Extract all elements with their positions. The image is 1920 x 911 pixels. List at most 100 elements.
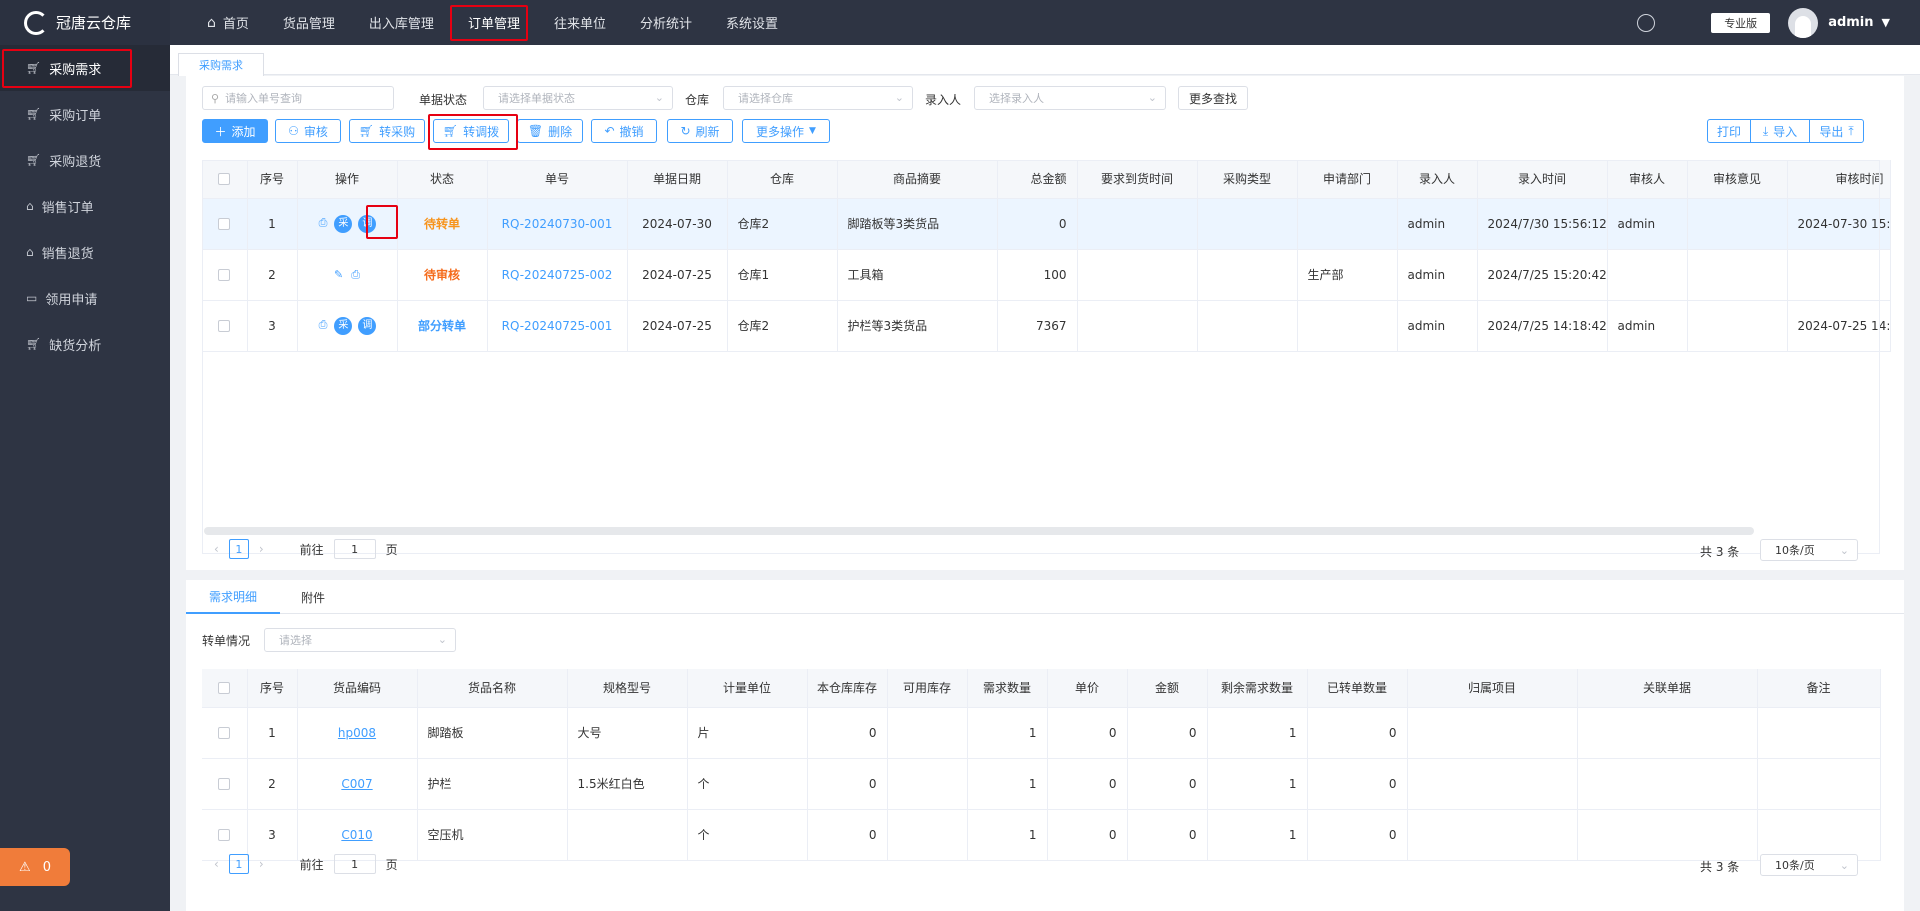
- cart-icon: 🛒︎: [442, 124, 459, 138]
- row-checkbox[interactable]: [218, 829, 231, 841]
- box-icon: ▭: [26, 291, 38, 305]
- delete-button[interactable]: 🗑︎ 删除: [517, 119, 583, 143]
- goto-input[interactable]: 1: [333, 539, 376, 559]
- sidebar-item-purchase-order[interactable]: 🛒︎ 采购订单: [0, 91, 170, 137]
- table-row[interactable]: 2 C007 护栏 1.5米红白色 个 0 1 0 0 1 0: [202, 758, 1881, 810]
- edit-icon[interactable]: ✎: [334, 268, 343, 281]
- sidebar-item-purchase-return[interactable]: 🛒︎ 采购退货: [0, 137, 170, 183]
- tab-purchase-demand[interactable]: 采购需求: [178, 53, 264, 76]
- nav-home[interactable]: ⌂ 首页: [190, 0, 266, 45]
- purchase-op-icon[interactable]: 采: [334, 316, 353, 335]
- cart-icon: 🛒︎: [26, 153, 42, 167]
- download-icon: ⤓: [1762, 123, 1769, 138]
- goods-code-link[interactable]: C007: [297, 758, 418, 810]
- chevron-down-icon[interactable]: ▼: [1882, 16, 1890, 29]
- status-filter-label: 单据状态: [419, 93, 468, 107]
- entry-select[interactable]: 选择录入人 ⌄: [974, 86, 1166, 110]
- row-checkbox[interactable]: [218, 218, 231, 230]
- row-checkbox[interactable]: [218, 727, 231, 739]
- nav-analytics[interactable]: 分析统计: [623, 0, 709, 45]
- search-input[interactable]: ⚲ 请输入单号查询: [202, 86, 394, 110]
- convert-status-label: 转单情况: [202, 634, 251, 648]
- add-button[interactable]: ＋添加: [202, 119, 268, 143]
- chevron-down-icon: ⌄: [1147, 91, 1157, 104]
- page-size-select[interactable]: 10条/页 ⌄: [1760, 539, 1858, 561]
- table-row[interactable]: 2 ✎ ⎙ 待审核 RQ-20240725-002 2024-07-25 仓库1 …: [202, 249, 1891, 301]
- table-row[interactable]: 1 ⎙ 采调 待转单 RQ-20240730-001 2024-07-30 仓库2…: [202, 198, 1891, 250]
- prev-page-icon[interactable]: ‹: [214, 542, 219, 556]
- order-link[interactable]: RQ-20240730-001: [487, 198, 628, 250]
- tab-attachments[interactable]: 附件: [280, 580, 346, 614]
- goods-code-link[interactable]: hp008: [297, 707, 418, 759]
- nav-partners[interactable]: 往来单位: [537, 0, 623, 45]
- prev-page-icon[interactable]: ‹: [214, 857, 219, 871]
- table-row[interactable]: 1 hp008 脚踏板 大号 片 0 1 0 0 1 0: [202, 707, 1881, 759]
- tab-demand-detail[interactable]: 需求明细: [186, 580, 280, 614]
- more-ops-button[interactable]: 更多操作 ▼: [742, 119, 830, 143]
- print-icon[interactable]: ⎙: [319, 318, 328, 331]
- bag-icon: ⌂: [26, 199, 34, 213]
- goto-input[interactable]: 1: [333, 854, 376, 874]
- print-icon[interactable]: ⎙: [351, 268, 360, 281]
- table-row[interactable]: 3 ⎙ 采调 部分转单 RQ-20240725-001 2024-07-25 仓库…: [202, 300, 1891, 352]
- print-button[interactable]: 打印: [1707, 119, 1751, 143]
- avatar[interactable]: [1788, 7, 1819, 38]
- purchase-op-icon[interactable]: 采: [334, 214, 353, 233]
- alarm-button[interactable]: ⚠ 0: [0, 848, 70, 886]
- horizontal-scrollbar[interactable]: [204, 527, 1754, 535]
- next-page-icon[interactable]: ›: [259, 857, 264, 871]
- print-icon[interactable]: ⎙: [319, 216, 328, 229]
- review-button[interactable]: ⚇ 审核: [275, 119, 341, 143]
- user-name[interactable]: admin: [1828, 15, 1873, 30]
- select-all-checkbox[interactable]: [218, 173, 231, 186]
- row-checkbox[interactable]: [218, 320, 231, 332]
- app-logo[interactable]: 冠唐云仓库: [0, 0, 170, 45]
- table-row[interactable]: 3 C010 空压机 个 0 1 0 0 1 0: [202, 809, 1881, 861]
- export-button[interactable]: 导出 ⤒: [1809, 119, 1864, 143]
- warehouse-select[interactable]: 请选择仓库 ⌄: [723, 86, 913, 110]
- order-link[interactable]: RQ-20240725-002: [487, 249, 628, 301]
- cancel-button[interactable]: ↶ 撤销: [591, 119, 657, 143]
- nav-inout[interactable]: 出入库管理: [352, 0, 451, 45]
- to-purchase-button[interactable]: 🛒︎ 转采购: [349, 119, 425, 143]
- row-checkbox[interactable]: [218, 778, 231, 790]
- alarm-icon: ⚠: [19, 859, 31, 875]
- order-link[interactable]: RQ-20240725-001: [487, 300, 628, 352]
- page-unit: 页: [385, 542, 398, 557]
- upper-panel: ⚲ 请输入单号查询 单据状态 请选择单据状态 ⌄ 仓库 请选择仓库 ⌄ 录入人 选择录…: [186, 76, 1904, 570]
- row-checkbox[interactable]: [218, 269, 231, 281]
- cart-icon: 🛒︎: [358, 124, 375, 138]
- status-select[interactable]: 请选择单据状态 ⌄: [483, 86, 673, 110]
- current-page[interactable]: 1: [228, 854, 249, 874]
- next-page-icon[interactable]: ›: [259, 542, 264, 556]
- convert-status-select[interactable]: 请选择 ⌄: [264, 628, 456, 652]
- select-all-checkbox[interactable]: [218, 682, 231, 695]
- to-transfer-button[interactable]: 🛒︎ 转调拨: [433, 119, 509, 143]
- page-size-select[interactable]: 10条/页 ⌄: [1760, 854, 1858, 876]
- detail-pager: ‹ 1 › 前往 1 页: [214, 854, 398, 874]
- app-name: 冠唐云仓库: [56, 14, 132, 32]
- nav-goods[interactable]: 货品管理: [266, 0, 352, 45]
- nav-orders[interactable]: 订单管理: [451, 0, 537, 45]
- user-icon: ⚇: [288, 124, 299, 138]
- sidebar-item-sales-order[interactable]: ⌂ 销售订单: [0, 183, 170, 229]
- tuning-icon[interactable]: [1637, 13, 1656, 32]
- detail-table-header: 序号 货品编码 货品名称 规格型号 计量单位 本仓库库存 可用库存 需求数量 单…: [202, 669, 1881, 708]
- sidebar-item-shortage-analysis[interactable]: 🛒︎ 缺货分析: [0, 321, 170, 367]
- transfer-op-icon[interactable]: 调: [358, 316, 377, 335]
- goods-code-link[interactable]: C010: [297, 809, 418, 861]
- sidebar-item-sales-return[interactable]: ⌂ 销售退货: [0, 229, 170, 275]
- entry-filter-label: 录入人: [925, 93, 962, 107]
- current-page[interactable]: 1: [228, 539, 249, 559]
- transfer-op-icon[interactable]: 调: [358, 214, 377, 233]
- page-tab-strip: 采购需求: [170, 45, 1920, 76]
- main-pager: ‹ 1 › 前往 1 页: [214, 539, 398, 559]
- sidebar-item-purchase-demand[interactable]: 🛒︎ 采购需求: [0, 45, 170, 91]
- refresh-button[interactable]: ↻ 刷新: [667, 119, 733, 143]
- nav-settings[interactable]: 系统设置: [709, 0, 795, 45]
- cart-icon: 🛒︎: [26, 337, 42, 351]
- sidebar-item-requisition[interactable]: ▭ 领用申请: [0, 275, 170, 321]
- import-button[interactable]: ⤓ 导入: [1750, 119, 1810, 143]
- bag-icon: ⌂: [26, 245, 34, 259]
- more-search-button[interactable]: 更多查找: [1178, 86, 1248, 110]
